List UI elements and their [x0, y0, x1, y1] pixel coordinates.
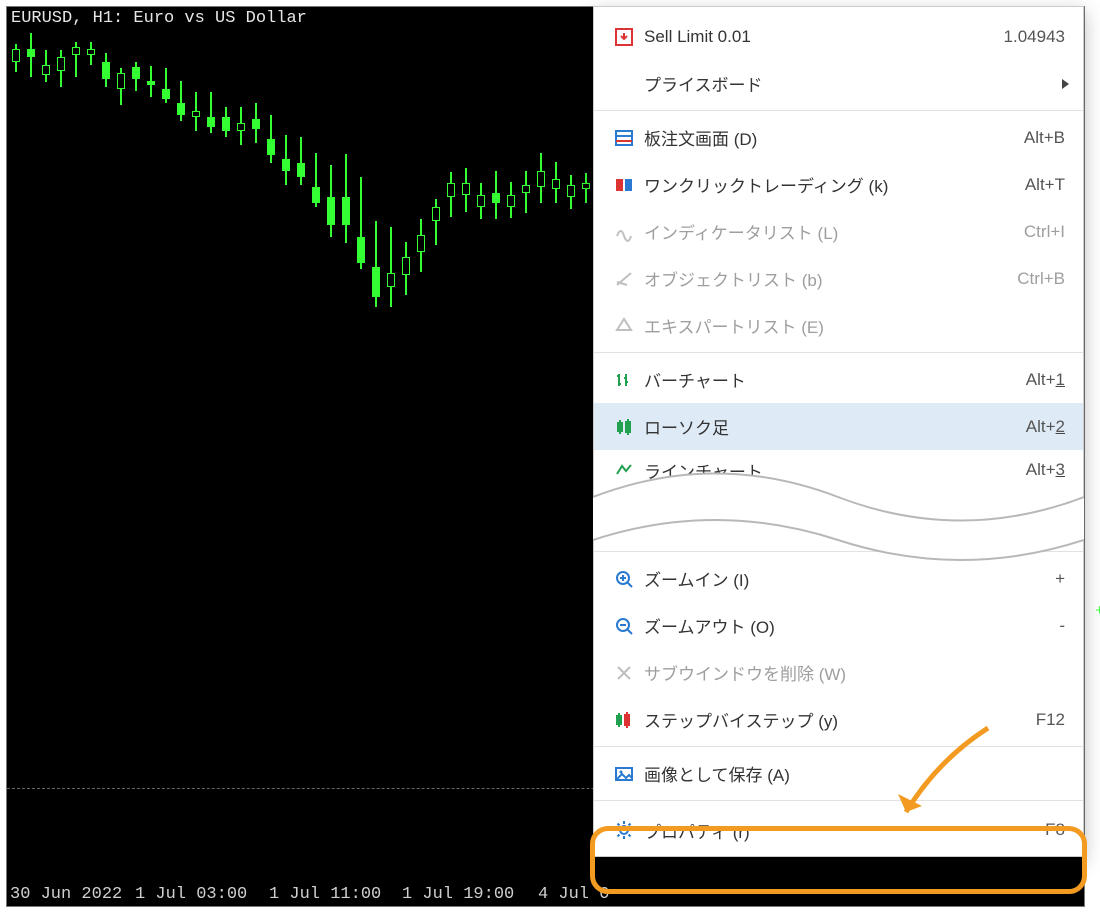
menu-label: インディケータリスト (L) [644, 219, 1024, 244]
chevron-right-icon [1062, 79, 1069, 89]
menu-label: ズームイン (I) [644, 566, 1055, 591]
bar-chart-icon [604, 370, 644, 390]
menu-label: ズームアウト (O) [644, 613, 1059, 638]
menu-label: プライスボード [644, 71, 1065, 96]
menu-properties[interactable]: プロパティ (r) F8 [594, 804, 1083, 856]
menu-shortcut: Alt+3 [1026, 460, 1065, 480]
menu-separator [594, 746, 1083, 747]
menu-label: ステップバイステップ (y) [644, 707, 1036, 732]
menu-price: 1.04943 [1004, 27, 1065, 47]
menu-candlestick[interactable]: ローソク足 Alt+2 [594, 403, 1083, 450]
x-axis-label: 30 Jun 2022 [10, 885, 122, 904]
one-click-icon [604, 175, 644, 195]
zoom-out-icon [604, 616, 644, 636]
menu-line-chart[interactable]: ラインチャート Alt+3 [594, 450, 1083, 490]
menu-one-click-trading[interactable]: ワンクリックトレーディング (k) Alt+T [594, 161, 1083, 208]
x-axis-label: 1 Jul 11:00 [269, 885, 381, 904]
menu-shortcut: Alt+2 [1026, 417, 1065, 437]
image-icon [604, 764, 644, 784]
menu-separator [594, 110, 1083, 111]
candlestick-icon [604, 417, 644, 437]
menu-label: エキスパートリスト (E) [644, 313, 1065, 338]
menu-shortcut: Alt+1 [1026, 370, 1065, 390]
menu-zoom-in[interactable]: ズームイン (I) + [594, 555, 1083, 602]
menu-price-board[interactable]: プライスボード [594, 60, 1083, 107]
menu-sell-limit[interactable]: Sell Limit 0.01 1.04943 [594, 13, 1083, 60]
menu-separator [594, 800, 1083, 801]
object-list-icon [604, 269, 644, 289]
price-tick-icon: + [1095, 602, 1100, 619]
menu-step-by-step[interactable]: ステップバイステップ (y) F12 [594, 696, 1083, 743]
menu-separator [594, 551, 1083, 552]
menu-bar-chart[interactable]: バーチャート Alt+1 [594, 356, 1083, 403]
x-axis-label: 4 Jul 0 [538, 885, 609, 904]
indicator-icon [604, 222, 644, 242]
menu-label: ローソク足 [644, 414, 1026, 439]
line-chart-icon [604, 462, 644, 478]
close-icon [604, 663, 644, 683]
x-axis-label: 1 Jul 19:00 [402, 885, 514, 904]
menu-label: ラインチャート [644, 458, 1026, 483]
menu-zoom-out[interactable]: ズームアウト (O) - [594, 602, 1083, 649]
menu-shortcut: Ctrl+I [1024, 222, 1065, 242]
menu-shortcut: + [1055, 569, 1065, 589]
zoom-in-icon [604, 569, 644, 589]
menu-indicator-list[interactable]: インディケータリスト (L) Ctrl+I [594, 208, 1083, 255]
sell-limit-icon [604, 27, 644, 47]
menu-label: プロパティ (r) [644, 818, 1045, 843]
menu-expert-list[interactable]: エキスパートリスト (E) [594, 302, 1083, 349]
menu-object-list[interactable]: オブジェクトリスト (b) Ctrl+B [594, 255, 1083, 302]
depth-icon [604, 128, 644, 148]
gear-icon [604, 819, 644, 841]
menu-shortcut: Ctrl+B [1017, 269, 1065, 289]
menu-separator [594, 352, 1083, 353]
menu-label: サブウインドウを削除 (W) [644, 660, 1065, 685]
menu-save-as-image[interactable]: 画像として保存 (A) [594, 750, 1083, 797]
menu-shortcut: Alt+T [1025, 175, 1065, 195]
menu-shortcut: F8 [1045, 820, 1065, 840]
menu-shortcut: - [1059, 616, 1065, 636]
menu-collapsed-section [594, 490, 1083, 548]
menu-label: バーチャート [644, 367, 1026, 392]
menu-label: 板注文画面 (D) [644, 125, 1024, 150]
menu-shortcut: F12 [1036, 710, 1065, 730]
context-menu: Sell Limit 0.01 1.04943 プライスボード 板注文画面 (D… [593, 6, 1084, 857]
expert-icon [604, 316, 644, 336]
menu-shortcut: Alt+B [1024, 128, 1065, 148]
menu-label: 画像として保存 (A) [644, 761, 1065, 786]
menu-label: オブジェクトリスト (b) [644, 266, 1017, 291]
menu-label: Sell Limit 0.01 [644, 27, 1004, 47]
menu-label: ワンクリックトレーディング (k) [644, 172, 1025, 197]
menu-delete-subwindow[interactable]: サブウインドウを削除 (W) [594, 649, 1083, 696]
menu-depth-of-market[interactable]: 板注文画面 (D) Alt+B [594, 114, 1083, 161]
step-icon [604, 710, 644, 730]
x-axis-label: 1 Jul 03:00 [135, 885, 247, 904]
